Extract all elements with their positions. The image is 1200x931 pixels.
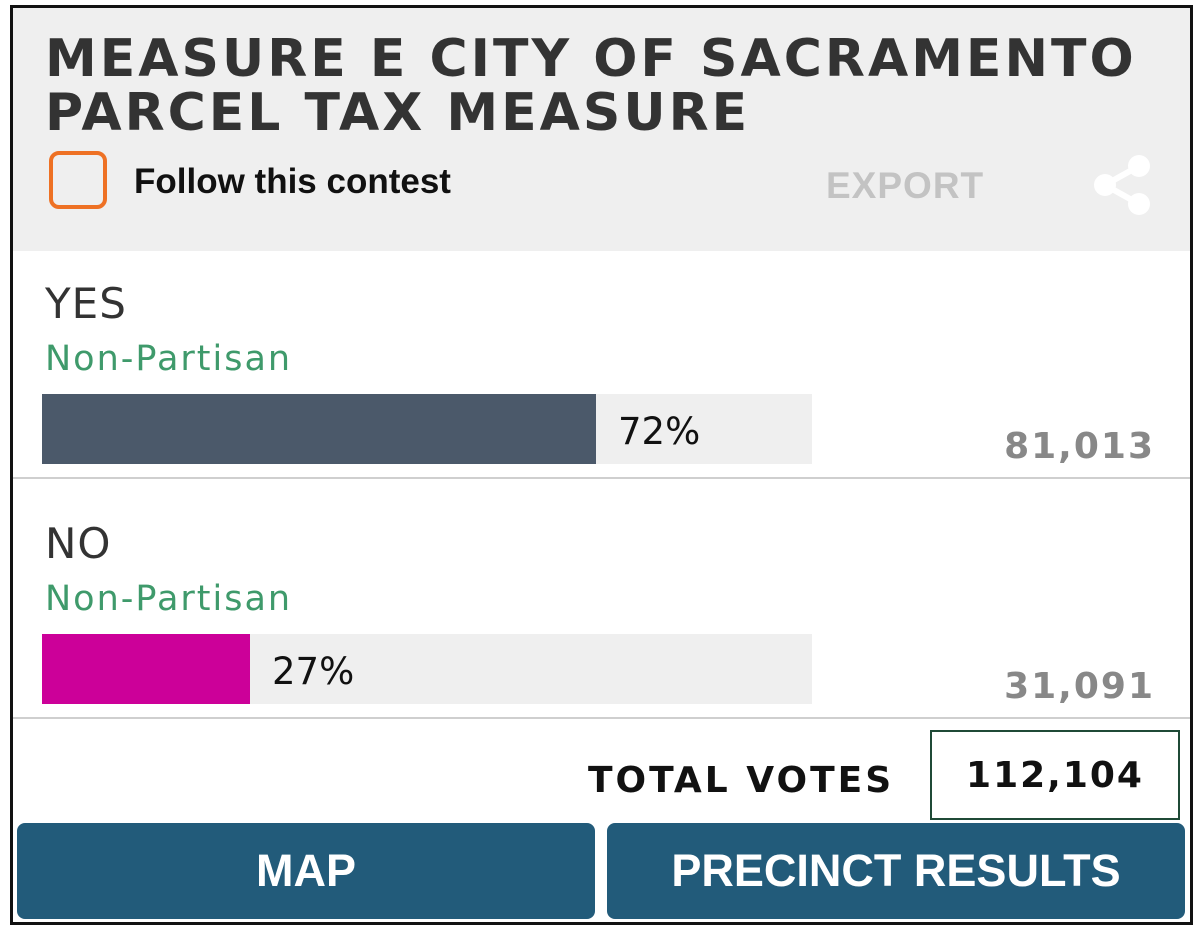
contest-card: MEASURE E CITY OF SACRAMENTO PARCEL TAX … (10, 5, 1193, 925)
contest-header: MEASURE E CITY OF SACRAMENTO PARCEL TAX … (13, 8, 1190, 251)
choice-name: YES (45, 279, 127, 328)
result-bar-fill (42, 634, 250, 704)
follow-checkbox[interactable] (49, 151, 107, 209)
export-link[interactable]: EXPORT (826, 165, 984, 207)
row-divider (13, 717, 1190, 719)
total-votes-label: TOTAL VOTES (588, 760, 895, 801)
choice-party: Non-Partisan (45, 579, 293, 619)
result-bar-track: 72% (42, 394, 812, 464)
result-percent: 72% (618, 410, 701, 453)
choice-row-no: NO Non-Partisan 27% 31,091 (13, 479, 1190, 719)
choice-row-yes: YES Non-Partisan 72% 81,013 (13, 251, 1190, 479)
share-icon[interactable] (1089, 154, 1155, 216)
contest-title: MEASURE E CITY OF SACRAMENTO PARCEL TAX … (45, 29, 1137, 143)
precinct-results-button[interactable]: PRECINCT RESULTS (607, 823, 1185, 919)
result-bar-fill (42, 394, 596, 464)
result-bar-track: 27% (42, 634, 812, 704)
choice-name: NO (45, 519, 112, 568)
follow-label[interactable]: Follow this contest (134, 162, 451, 202)
choice-party: Non-Partisan (45, 339, 293, 379)
vote-count: 81,013 (1004, 426, 1155, 467)
vote-count: 31,091 (1004, 666, 1155, 707)
total-votes-value: 112,104 (930, 730, 1180, 820)
map-button[interactable]: MAP (17, 823, 595, 919)
result-percent: 27% (272, 650, 355, 693)
